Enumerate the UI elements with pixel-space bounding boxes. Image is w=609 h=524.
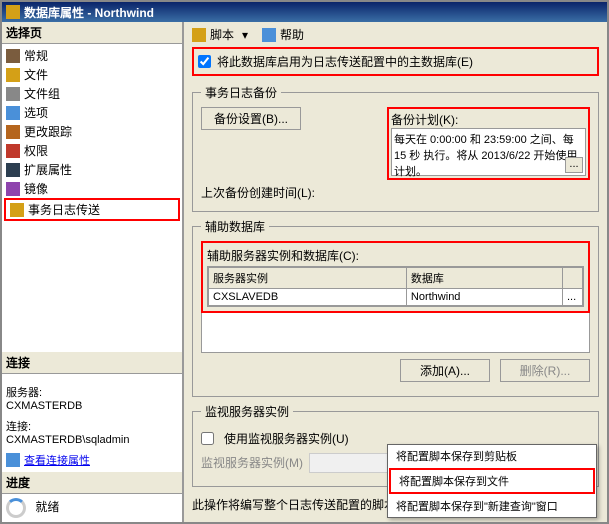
window-title: 数据库属性 - Northwind (24, 4, 154, 21)
secondary-instances-label: 辅助服务器实例和数据库(C): (207, 247, 584, 264)
enable-primary-label: 将此数据库启用为日志传送配置中的主数据库(E) (217, 53, 473, 70)
nav-general[interactable]: 常规 (2, 46, 182, 65)
menu-save-new-query[interactable]: 将配置脚本保存到"新建查询"窗口 (388, 495, 596, 517)
page-icon (6, 49, 20, 63)
page-icon (6, 125, 20, 139)
backup-legend: 事务日志备份 (201, 84, 281, 101)
page-icon (6, 106, 20, 120)
view-connection-props-link[interactable]: 查看连接属性 (6, 452, 178, 468)
schedule-ellipsis-button[interactable]: ... (565, 157, 583, 173)
monitor-instance-label: 监视服务器实例(M) (201, 454, 303, 471)
page-icon (10, 203, 24, 217)
page-icon (6, 163, 20, 177)
progress-status: 就绪 (35, 500, 59, 514)
secondary-grid[interactable]: 服务器实例 数据库 CXSLAVEDB Northwind ... (208, 267, 583, 306)
nav-options[interactable]: 选项 (2, 103, 182, 122)
server-value: CXMASTERDB (6, 400, 178, 412)
last-backup-label: 上次备份创建时间(L): (201, 184, 590, 201)
enable-primary-row: 将此数据库启用为日志传送配置中的主数据库(E) (192, 47, 599, 76)
nav-mirroring[interactable]: 镜像 (2, 179, 182, 198)
cell-server: CXSLAVEDB (209, 289, 407, 306)
toolbar: 脚本 ▾ 帮助 (192, 26, 599, 43)
remove-button[interactable]: 删除(R)... (500, 359, 590, 382)
script-dropdown-menu: 将配置脚本保存到剪贴板 将配置脚本保存到文件 将配置脚本保存到"新建查询"窗口 (387, 444, 597, 518)
conn-value: CXMASTERDB\sqladmin (6, 434, 178, 446)
connect-info: 服务器: CXMASTERDB 连接: CXMASTERDB\sqladmin … (2, 374, 182, 472)
table-row[interactable]: CXSLAVEDB Northwind ... (209, 289, 583, 306)
script-note-text: 此操作将编写整个日志传送配置的脚本。 (192, 496, 408, 513)
nav-list: 常规 文件 文件组 选项 更改跟踪 权限 扩展属性 镜像 事务日志传送 (2, 44, 182, 223)
page-icon (6, 144, 20, 158)
progress-header: 进度 (2, 472, 182, 494)
add-button[interactable]: 添加(A)... (400, 359, 490, 382)
nav-log-shipping[interactable]: 事务日志传送 (4, 198, 180, 221)
backup-fieldset: 事务日志备份 备份设置(B)... 备份计划(K): 每天在 0:00:00 和… (192, 84, 599, 212)
app-icon (6, 5, 20, 19)
nav-files[interactable]: 文件 (2, 65, 182, 84)
menu-save-clipboard[interactable]: 将配置脚本保存到剪贴板 (388, 445, 596, 467)
script-icon (192, 28, 206, 42)
page-icon (6, 68, 20, 82)
left-pane: 选择页 常规 文件 文件组 选项 更改跟踪 权限 扩展属性 镜像 事务日志传送 … (2, 22, 184, 522)
schedule-textbox: 每天在 0:00:00 和 23:59:00 之间、每 15 秒 执行。将从 2… (391, 128, 586, 176)
right-pane: 脚本 ▾ 帮助 将此数据库启用为日志传送配置中的主数据库(E) 事务日志备份 备… (184, 22, 607, 522)
col-ellipsis (563, 268, 583, 289)
spinner-icon (6, 498, 26, 518)
schedule-text: 每天在 0:00:00 和 23:59:00 之间、每 15 秒 执行。将从 2… (394, 134, 577, 178)
page-icon (6, 182, 20, 196)
toolbar-script[interactable]: 脚本 (210, 26, 234, 43)
nav-change-tracking[interactable]: 更改跟踪 (2, 122, 182, 141)
col-server-instance: 服务器实例 (209, 268, 407, 289)
use-monitor-checkbox[interactable] (201, 432, 214, 445)
col-database: 数据库 (406, 268, 562, 289)
connect-header: 连接 (2, 352, 182, 374)
help-icon (262, 28, 276, 42)
select-page-header: 选择页 (2, 22, 182, 44)
enable-primary-checkbox[interactable] (198, 55, 211, 68)
titlebar: 数据库属性 - Northwind (2, 2, 607, 22)
server-label: 服务器: (6, 384, 178, 400)
nav-filegroups[interactable]: 文件组 (2, 84, 182, 103)
row-ellipsis-button[interactable]: ... (563, 289, 583, 306)
secondary-fieldset: 辅助数据库 辅助服务器实例和数据库(C): 服务器实例 数据库 CXSLAVED… (192, 218, 599, 397)
conn-label: 连接: (6, 418, 178, 434)
use-monitor-label: 使用监视服务器实例(U) (224, 430, 349, 447)
toolbar-help[interactable]: 帮助 (280, 26, 304, 43)
grid-header-row: 服务器实例 数据库 (209, 268, 583, 289)
schedule-label: 备份计划(K): (391, 111, 586, 128)
secondary-empty-area (201, 313, 590, 353)
backup-settings-button[interactable]: 备份设置(B)... (201, 107, 301, 130)
nav-permissions[interactable]: 权限 (2, 141, 182, 160)
connection-icon (6, 453, 20, 467)
nav-extended-props[interactable]: 扩展属性 (2, 160, 182, 179)
cell-db: Northwind (406, 289, 562, 306)
monitor-legend: 监视服务器实例 (201, 403, 293, 420)
progress-area: 就绪 (2, 494, 182, 522)
page-icon (6, 87, 20, 101)
menu-save-file[interactable]: 将配置脚本保存到文件 (389, 468, 595, 494)
secondary-legend: 辅助数据库 (201, 218, 269, 235)
